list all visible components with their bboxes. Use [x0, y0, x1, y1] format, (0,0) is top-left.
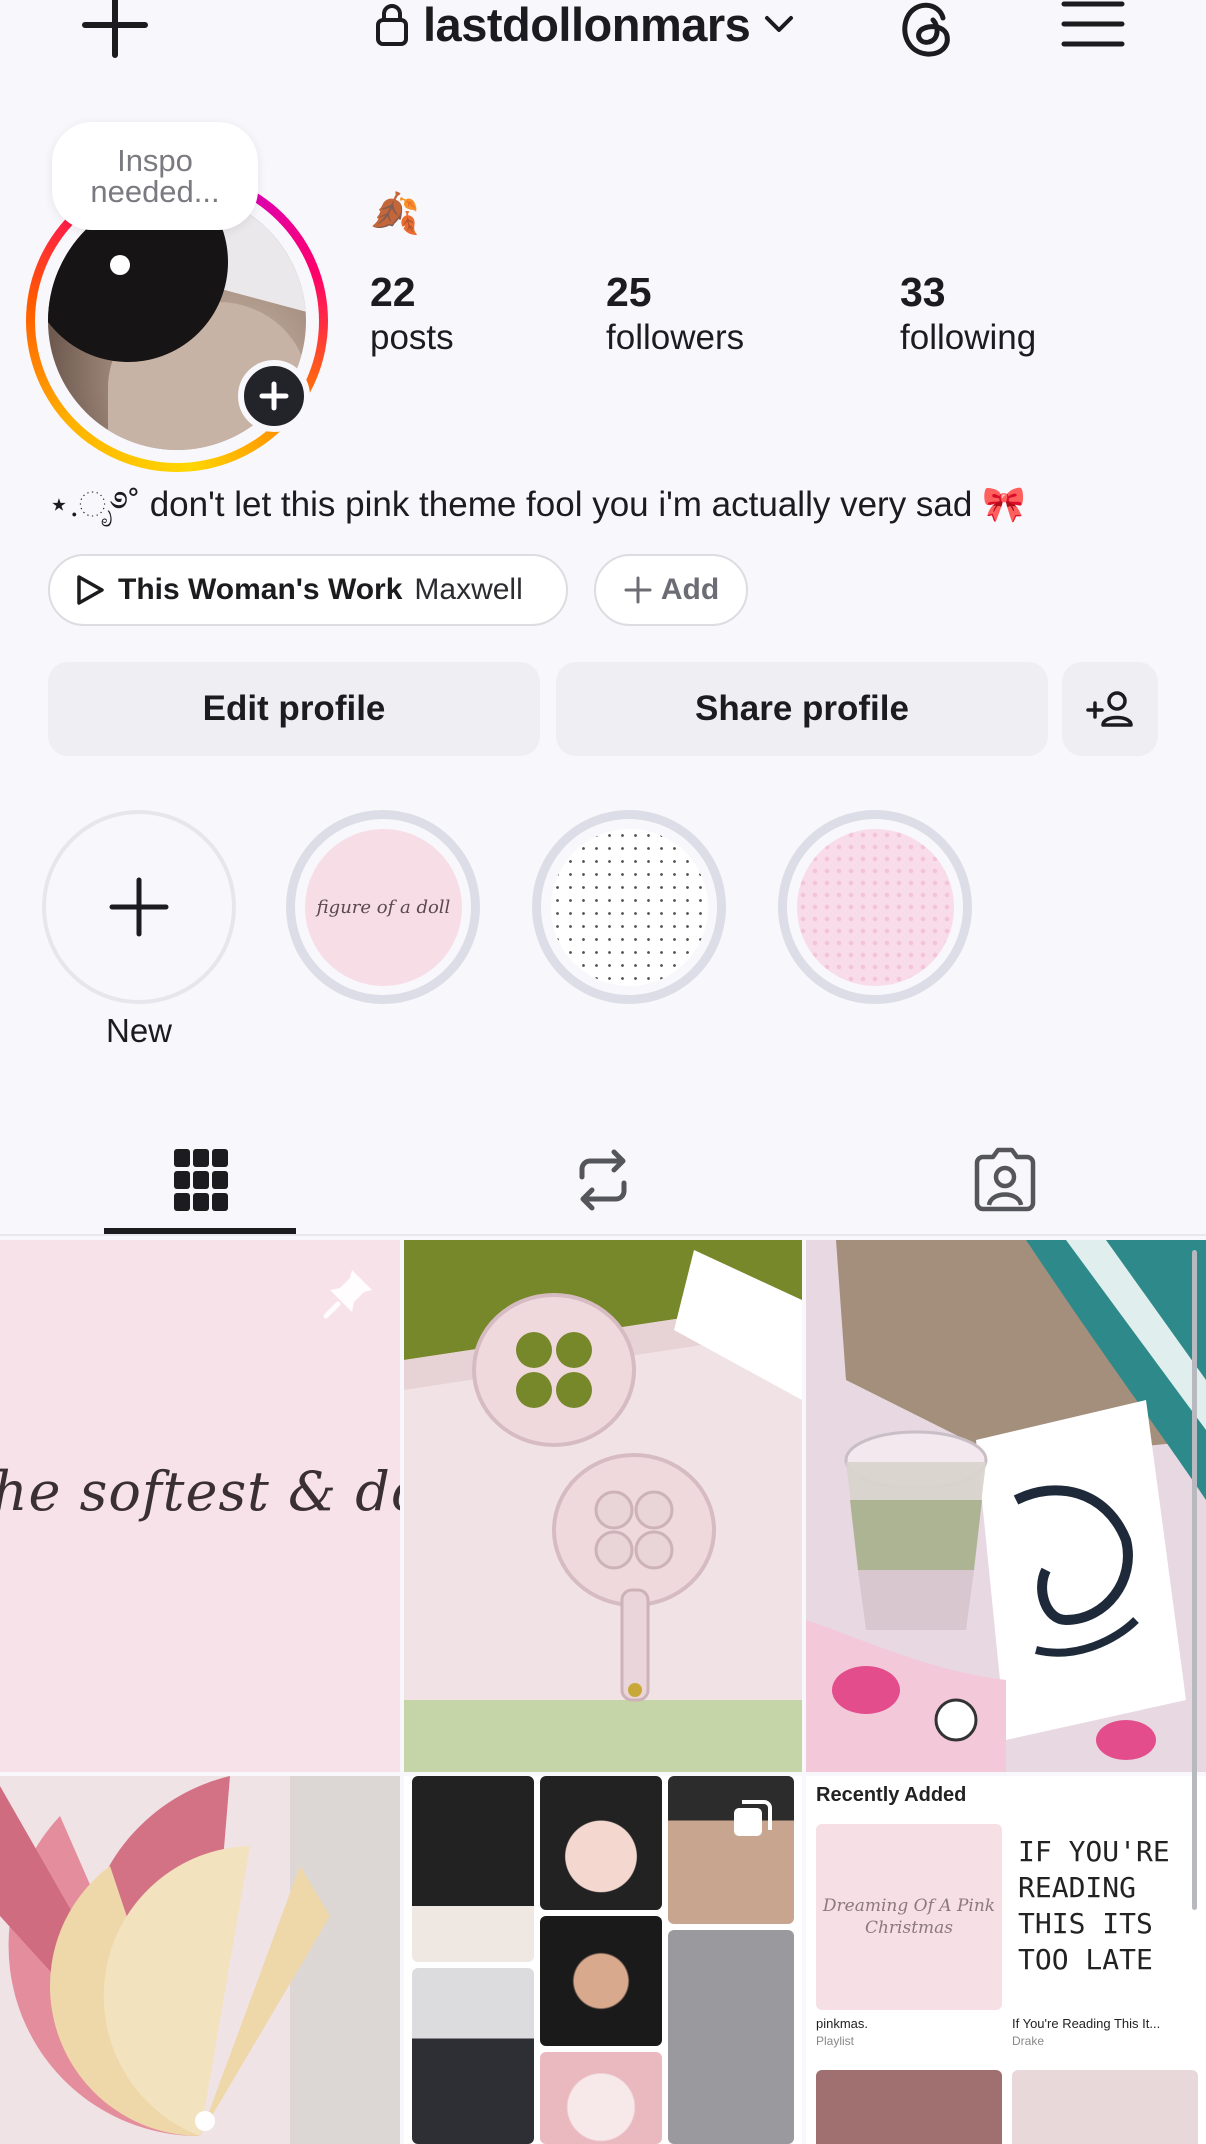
plus-icon: [109, 877, 169, 937]
collage-photo: [540, 1916, 662, 2046]
account-switcher[interactable]: lastdollonmars: [375, 0, 794, 52]
posts-count: 22: [370, 269, 416, 315]
highlight-1[interactable]: figure of a doll: [286, 810, 480, 1004]
plus-icon: [259, 381, 289, 411]
album-1-sub: Playlist: [816, 2034, 855, 2048]
posts-stat[interactable]: 22 posts: [370, 268, 454, 360]
play-icon: [77, 575, 104, 605]
threads-icon[interactable]: [893, 0, 963, 58]
collage-photo: [668, 1930, 794, 2144]
add-story-button[interactable]: [238, 360, 310, 432]
post-image: [404, 1240, 802, 1772]
post-1[interactable]: the softest & dollies: [0, 1240, 400, 1772]
bio-text: ⋆.ೃ࿔˚ don't let this pink theme fool you…: [48, 485, 1026, 524]
note-line-2: needed...: [90, 174, 220, 209]
profile-emoji: 🍂: [370, 192, 420, 236]
tab-grid[interactable]: [0, 1130, 402, 1230]
scrollbar[interactable]: [1192, 1250, 1197, 1910]
tagged-person-icon: [974, 1147, 1036, 1212]
posts-label: posts: [370, 318, 454, 357]
post-image: [806, 1240, 1206, 1772]
tab-reposts[interactable]: [402, 1130, 804, 1230]
post-2[interactable]: [404, 1240, 802, 1772]
create-plus-icon[interactable]: [80, 0, 150, 60]
playlist-header: Recently Added: [816, 1784, 967, 1806]
following-label: following: [900, 318, 1037, 357]
add-label: Add: [660, 573, 720, 606]
highlight-3[interactable]: [778, 810, 972, 1004]
highlight-cover: [797, 829, 954, 986]
following-count: 33: [900, 269, 946, 315]
new-highlight-button[interactable]: [42, 810, 236, 1004]
album-2-sub: Drake: [1012, 2034, 1045, 2048]
album-2-name: If You're Reading This It...: [1012, 2016, 1161, 2031]
highlight-2[interactable]: [532, 810, 726, 1004]
highlight-cover: figure of a doll: [305, 829, 462, 986]
collage-photo: [540, 1776, 662, 1910]
post-6[interactable]: Recently Added Dreaming Of A Pink Christ…: [806, 1776, 1206, 2144]
edit-profile-button[interactable]: Edit profile: [48, 662, 540, 756]
username: lastdollonmars: [423, 0, 751, 51]
note-bubble[interactable]: Inspo needed...: [52, 122, 258, 230]
divider: [0, 1234, 1206, 1236]
top-bar: lastdollonmars: [0, 0, 1206, 70]
share-profile-button[interactable]: Share profile: [556, 662, 1048, 756]
add-link-button[interactable]: Add: [594, 554, 748, 626]
post-5[interactable]: [404, 1776, 802, 2144]
post-text: the softest & dollies: [0, 1460, 400, 1523]
followers-label: followers: [606, 318, 745, 357]
song-title: This Woman's Work: [118, 573, 403, 606]
new-highlight-label: New: [105, 1012, 173, 1049]
album-art-1: Dreaming Of A Pink Christmas: [816, 1824, 1002, 2010]
album-1-name: pinkmas.: [816, 2016, 869, 2031]
repost-icon: [579, 1149, 627, 1211]
post-image: [0, 1776, 400, 2144]
collage-photo: [540, 2052, 662, 2144]
pin-icon: [323, 1270, 372, 1319]
chevron-down-icon: [765, 16, 794, 32]
plus-icon: [624, 576, 652, 604]
album-art-4: [1012, 2070, 1198, 2144]
followers-count: 25: [606, 269, 652, 315]
lock-icon: [376, 4, 408, 46]
carousel-icon: [734, 1800, 772, 1836]
post-3[interactable]: [806, 1240, 1206, 1772]
collage-photo: [412, 1968, 534, 2144]
highlight-cover: [551, 829, 708, 986]
collage-photo: [412, 1776, 534, 1962]
add-person-icon: [1086, 691, 1133, 727]
post-4[interactable]: [0, 1776, 400, 2144]
note-tail: [110, 255, 130, 275]
note-line-1: Inspo: [117, 143, 193, 178]
album-art-2: IF YOU'RE READING THIS ITS TOO LATE: [1012, 1824, 1198, 2010]
album-art-3: [816, 2070, 1002, 2144]
discover-people-button[interactable]: [1062, 662, 1158, 756]
tab-tagged[interactable]: [804, 1130, 1206, 1230]
followers-stat[interactable]: 25 followers: [606, 268, 744, 360]
following-stat[interactable]: 33 following: [900, 268, 1036, 360]
profile-music-pill[interactable]: This Woman's Work Maxwell: [48, 554, 568, 626]
menu-icon[interactable]: [1060, 0, 1126, 50]
grid-icon: [174, 1149, 228, 1211]
song-artist: Maxwell: [414, 573, 523, 606]
